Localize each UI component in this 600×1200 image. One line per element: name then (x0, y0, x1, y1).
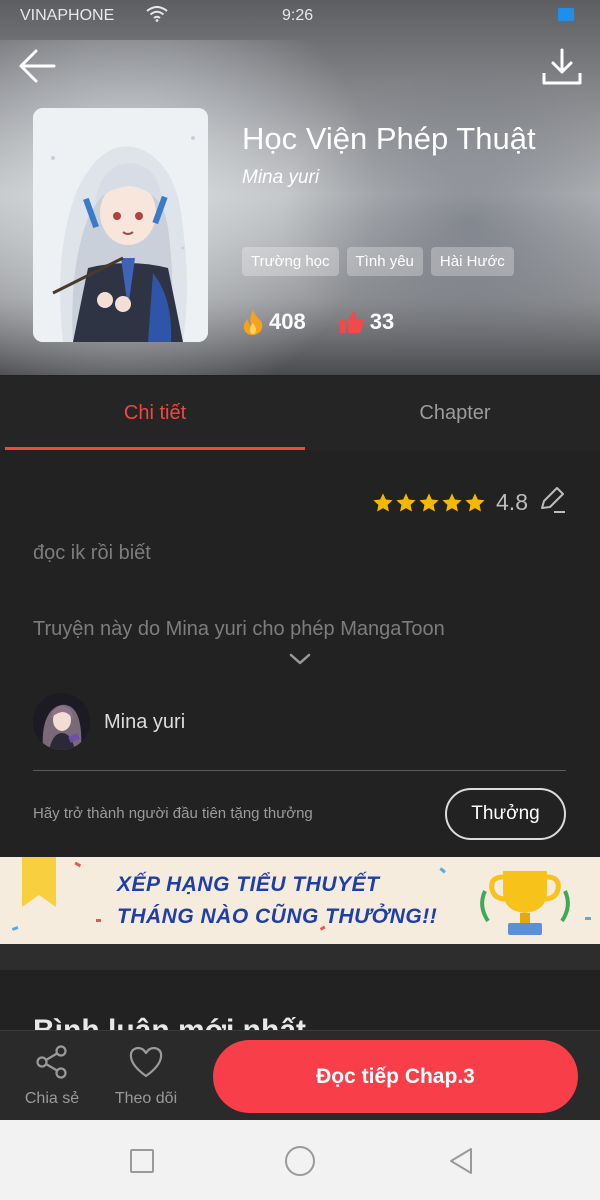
tag-list: Trường học Tình yêu Hài Hước (242, 247, 514, 276)
star-rating (372, 492, 486, 514)
views-stat: 408 (242, 309, 306, 335)
star-icon (442, 492, 462, 512)
reward-button[interactable]: Thưởng (445, 788, 566, 840)
circle-nav-icon (285, 1146, 315, 1176)
share-label: Chia sẻ (24, 1090, 80, 1107)
tag-item[interactable]: Hài Hước (430, 247, 514, 276)
tag-item[interactable]: Tình yêu (346, 247, 423, 276)
chevron-down-icon (289, 653, 311, 665)
rate-button[interactable] (538, 486, 566, 519)
tab-detail[interactable]: Chi tiết (5, 376, 305, 450)
expand-button[interactable] (288, 652, 312, 671)
battery-icon (558, 8, 574, 21)
likes-count: 33 (369, 309, 395, 334)
book-title: Học Viện Phép Thuật (242, 121, 536, 156)
back-button[interactable] (16, 44, 60, 88)
views-count: 408 (269, 309, 306, 334)
star-icon (465, 492, 485, 512)
back-arrow-icon (19, 49, 56, 83)
continue-reading-button[interactable]: Đọc tiếp Chap.3 (213, 1040, 578, 1113)
heart-icon (129, 1046, 163, 1078)
book-stats: 408 33 (242, 309, 394, 335)
author-name: Mina yuri (104, 711, 186, 733)
system-back-button[interactable] (445, 1145, 477, 1177)
promo-banner[interactable]: XẾP HẠNG TIỂU THUYẾT THÁNG NÀO CŨNG THƯỞ… (0, 857, 600, 944)
star-icon (373, 492, 393, 512)
thumbs-up-icon (339, 311, 364, 333)
star-icon (419, 492, 439, 512)
carrier-label: VINAPHONE (20, 7, 115, 24)
home-button[interactable] (284, 1145, 316, 1177)
book-author[interactable]: Mina yuri (242, 167, 582, 189)
cover-illustration (33, 108, 208, 342)
clock: 9:26 (282, 7, 314, 24)
wifi-icon (146, 6, 168, 26)
bottom-action-bar: Chia sẻ Theo dõi Đọc tiếp Chap.3 (0, 1030, 600, 1120)
fire-icon (243, 310, 263, 335)
title-block: Học Viện Phép Thuật Mina yuri (242, 118, 582, 189)
book-header: VINAPHONE 9:26 Học Viện Phép Thuật Mina … (0, 0, 600, 375)
system-nav-bar (0, 1120, 600, 1200)
trophy-icon (480, 871, 570, 935)
permission-note: Truyện này do Mina yuri cho phép MangaTo… (33, 618, 445, 640)
tab-bar: Chi tiết Chapter (0, 376, 600, 450)
follow-label: Theo dõi (114, 1090, 178, 1107)
book-cover[interactable] (33, 108, 208, 342)
banner-subline: THÁNG NÀO CŨNG THƯỞNG!! (117, 905, 438, 928)
share-button[interactable]: Chia sẻ (16, 1045, 88, 1108)
tag-item[interactable]: Trường học (242, 247, 339, 276)
tab-chapter[interactable]: Chapter (305, 376, 600, 450)
share-icon (36, 1045, 67, 1079)
reward-prompt: Hãy trở thành người đầu tiên tặng thưởng (33, 805, 313, 822)
follow-button[interactable]: Theo dõi (108, 1045, 184, 1108)
download-icon (542, 48, 582, 85)
divider (33, 770, 566, 771)
edit-icon (541, 487, 565, 513)
square-nav-icon (130, 1149, 154, 1173)
author-row[interactable]: Mina yuri (33, 693, 566, 751)
rating-block: 4.8 (372, 486, 566, 519)
book-description: đọc ik rồi biết (33, 542, 151, 564)
likes-stat: 33 (339, 309, 394, 335)
recent-apps-button[interactable] (126, 1145, 158, 1177)
triangle-back-nav-icon (450, 1148, 472, 1174)
star-icon (396, 492, 416, 512)
rating-value: 4.8 (496, 489, 528, 515)
banner-headline: XẾP HẠNG TIỂU THUYẾT (117, 873, 380, 896)
section-separator (0, 944, 600, 970)
download-button[interactable] (540, 46, 584, 90)
author-avatar[interactable] (33, 693, 90, 750)
status-bar: VINAPHONE 9:26 (0, 0, 600, 32)
